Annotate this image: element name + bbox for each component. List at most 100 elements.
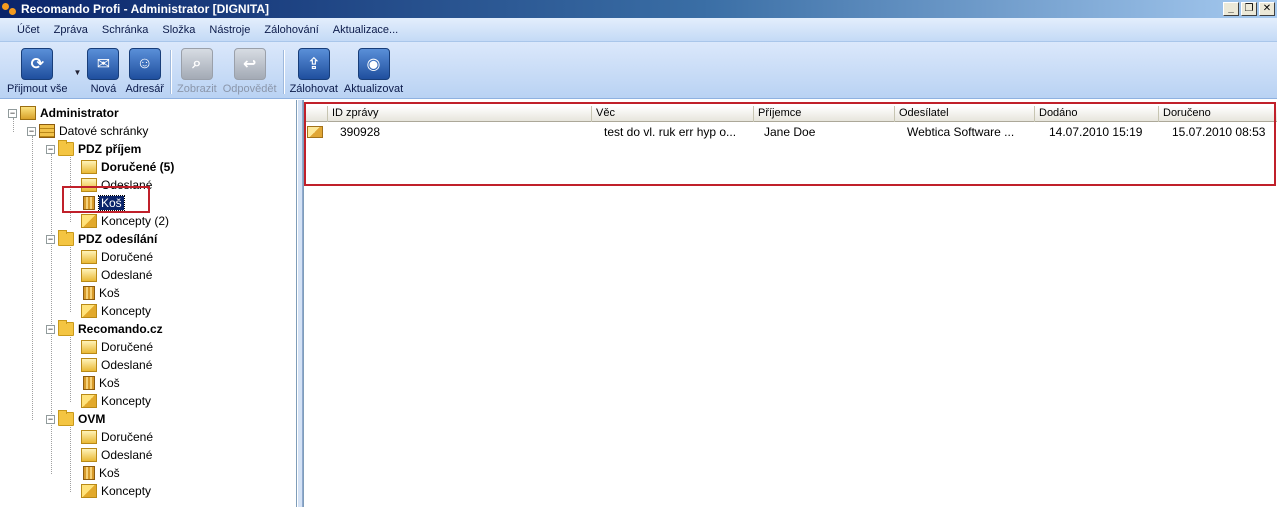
app-logo-icon xyxy=(2,1,18,17)
collapse-icon[interactable]: − xyxy=(46,144,55,154)
update-button[interactable]: ◉ Aktualizovat xyxy=(341,42,406,99)
tree-item-odeslane[interactable]: Odeslané xyxy=(81,446,152,464)
cell-subject: test do vl. ruk err hyp o... xyxy=(604,124,737,139)
cell-id: 390928 xyxy=(340,124,381,139)
address-book-icon: ☺ xyxy=(128,48,161,80)
menu-aktualizace[interactable]: Aktualizace... xyxy=(326,24,405,36)
collapse-icon[interactable]: − xyxy=(27,126,36,136)
folder-tree: − Administrator − Datové schránky − PDZ … xyxy=(0,100,297,507)
list-header: ID zprávy Věc Příjemce Odesílatel Dodáno… xyxy=(304,106,1277,122)
magnifier-mail-icon: ⌕ xyxy=(180,48,213,80)
column-header-doruceno[interactable]: Doručeno xyxy=(1159,106,1277,122)
tree-item-odeslane[interactable]: Odeslané xyxy=(81,176,152,194)
tree-item-koncepty[interactable]: Koncepty (2) xyxy=(81,212,169,230)
backup-icon: ⇪ xyxy=(297,48,330,80)
tree-item-dorucene[interactable]: Doručené xyxy=(81,248,153,266)
column-header-dodano[interactable]: Dodáno xyxy=(1035,106,1159,122)
tree-group-ovm[interactable]: − OVM xyxy=(46,410,105,428)
reply-button[interactable]: ↩ Odpovědět xyxy=(220,42,280,99)
collapse-icon[interactable]: − xyxy=(46,324,55,334)
tree-group-pdz-odesilani[interactable]: − PDZ odesílání xyxy=(46,230,157,248)
restore-button[interactable]: ❐ xyxy=(1241,2,1257,16)
tree-item-kos[interactable]: Koš xyxy=(81,284,120,302)
trash-icon xyxy=(83,286,95,300)
user-mailbox-icon xyxy=(20,106,36,120)
collapse-icon[interactable]: − xyxy=(46,414,55,424)
inbox-icon xyxy=(81,250,97,264)
new-message-button[interactable]: ✉ Nová xyxy=(84,42,122,99)
toolbar-separator xyxy=(282,50,284,94)
table-row[interactable]: 390928 test do vl. ruk err hyp o... Jane… xyxy=(304,123,1277,140)
cell-recipient: Jane Doe xyxy=(764,124,816,139)
tree-item-koncepty[interactable]: Koncepty xyxy=(81,482,151,500)
tree-item-kos[interactable]: Koš xyxy=(81,464,120,482)
folder-icon xyxy=(58,320,74,336)
tree-item-koncepty[interactable]: Koncepty xyxy=(81,392,151,410)
tree-item-kos[interactable]: Koš xyxy=(81,374,120,392)
drafts-icon xyxy=(81,304,97,318)
tree-item-odeslane[interactable]: Odeslané xyxy=(81,266,152,284)
inbox-icon xyxy=(81,340,97,354)
update-icon: ◉ xyxy=(357,48,390,80)
column-header-subject[interactable]: Věc xyxy=(592,106,754,122)
new-mail-icon: ✉ xyxy=(87,48,120,80)
tree-node-administrator[interactable]: − Administrator xyxy=(8,104,119,122)
tree-item-dorucene[interactable]: Doručené (5) xyxy=(81,158,174,176)
backup-button[interactable]: ⇪ Zálohovat xyxy=(287,42,341,99)
tree-group-recomando[interactable]: − Recomando.cz xyxy=(46,320,163,338)
trash-icon xyxy=(83,376,95,390)
column-header-recipient[interactable]: Příjemce xyxy=(754,106,895,122)
menu-bar: Účet Zpráva Schránka Složka Nástroje Zál… xyxy=(0,18,1277,42)
menu-ucet[interactable]: Účet xyxy=(10,24,47,36)
window-title: Recomando Profi - Administrator [DIGNITA… xyxy=(21,2,270,16)
outbox-icon xyxy=(81,268,97,282)
minimize-button[interactable]: _ xyxy=(1223,2,1239,16)
title-bar: Recomando Profi - Administrator [DIGNITA… xyxy=(0,0,1277,18)
message-list: ID zprávy Věc Příjemce Odesílatel Dodáno… xyxy=(303,100,1277,507)
folder-icon xyxy=(58,230,74,246)
receive-dropdown-arrow-icon[interactable]: ▼ xyxy=(71,68,85,77)
receive-all-button[interactable]: ⟳ Přijmout vše xyxy=(4,42,71,99)
column-header-id[interactable]: ID zprávy xyxy=(328,106,592,122)
menu-zprava[interactable]: Zpráva xyxy=(47,24,95,36)
toolbar: ⟳ Přijmout vše ▼ ✉ Nová ☺ Adresář ⌕ Zobr… xyxy=(0,42,1277,99)
column-header-sender[interactable]: Odesílatel xyxy=(895,106,1035,122)
message-envelope-icon xyxy=(307,125,323,138)
tree-item-kos[interactable]: Koš xyxy=(81,194,125,212)
cell-doruceno: 15.07.2010 08:53 xyxy=(1172,124,1266,139)
column-header-icon[interactable] xyxy=(304,106,328,122)
toolbar-separator xyxy=(169,50,171,94)
tree-item-dorucene[interactable]: Doručené xyxy=(81,428,153,446)
tree-item-odeslane[interactable]: Odeslané xyxy=(81,356,152,374)
menu-zalohovani[interactable]: Zálohování xyxy=(257,24,325,36)
outbox-icon xyxy=(81,448,97,462)
inbox-icon xyxy=(81,430,97,444)
drafts-icon xyxy=(81,214,97,228)
folder-icon xyxy=(58,410,74,426)
close-button[interactable]: ✕ xyxy=(1259,2,1275,16)
trash-icon xyxy=(83,196,95,210)
address-book-button[interactable]: ☺ Adresář xyxy=(122,42,167,99)
reply-mail-icon: ↩ xyxy=(233,48,266,80)
inbox-icon xyxy=(81,160,97,174)
collapse-icon[interactable]: − xyxy=(46,234,55,244)
menu-schranka[interactable]: Schránka xyxy=(95,24,155,36)
show-button[interactable]: ⌕ Zobrazit xyxy=(174,42,220,99)
cell-sender: Webtica Software ... xyxy=(907,124,1015,139)
drafts-icon xyxy=(81,394,97,408)
menu-slozka[interactable]: Složka xyxy=(155,24,202,36)
databox-icon xyxy=(39,124,55,138)
trash-icon xyxy=(83,466,95,480)
drafts-icon xyxy=(81,484,97,498)
cell-dodano: 14.07.2010 15:19 xyxy=(1049,124,1143,139)
outbox-icon xyxy=(81,178,97,192)
tree-node-datove-schranky[interactable]: − Datové schránky xyxy=(27,122,148,140)
tree-group-pdz-prijem[interactable]: − PDZ příjem xyxy=(46,140,141,158)
sync-arrows-icon: ⟳ xyxy=(21,48,54,80)
folder-icon xyxy=(58,140,74,156)
menu-nastroje[interactable]: Nástroje xyxy=(202,24,257,36)
outbox-icon xyxy=(81,358,97,372)
collapse-icon[interactable]: − xyxy=(8,108,17,118)
tree-item-koncepty[interactable]: Koncepty xyxy=(81,302,151,320)
tree-item-dorucene[interactable]: Doručené xyxy=(81,338,153,356)
